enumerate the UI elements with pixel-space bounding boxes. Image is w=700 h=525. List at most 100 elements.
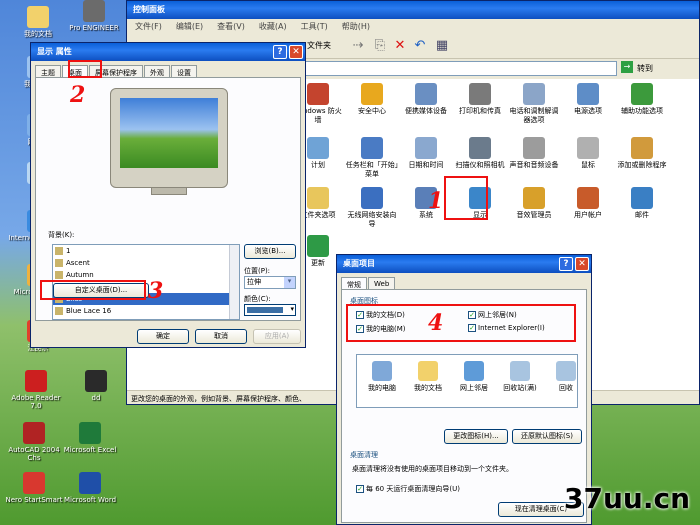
desktop-icon-label: dd <box>91 394 101 402</box>
views-icon[interactable]: ▦ <box>433 37 451 55</box>
close-icon[interactable]: ✕ <box>575 257 589 271</box>
control-panel-item-label: 鼠标 <box>581 161 595 169</box>
control-panel-item[interactable]: 打印机和传真 <box>453 83 507 116</box>
image-file-icon <box>55 259 63 267</box>
menu-item[interactable]: 编辑(E) <box>176 21 203 31</box>
menu-item[interactable]: 收藏(A) <box>259 21 287 31</box>
control-panel-item[interactable]: 电源选项 <box>561 83 615 116</box>
control-panel-item-icon <box>361 83 383 105</box>
background-name: 1 <box>66 247 71 255</box>
address-input[interactable] <box>287 61 617 76</box>
color-dropdown-icon[interactable]: ▾ <box>290 305 294 313</box>
desktop-icons-preview-list[interactable]: 我的电脑 我的文档 网上邻居 回收站(满) 回收 <box>356 354 578 408</box>
desktop-icon-label: 我的文档 <box>24 30 52 38</box>
control-panel-item-icon <box>307 235 329 257</box>
menu-item[interactable]: 查看(V) <box>217 21 245 31</box>
desktop-app-icon <box>83 0 105 22</box>
desktop-icon-preview[interactable]: 回收 <box>545 361 587 393</box>
color-picker[interactable]: ▾ <box>244 304 296 316</box>
control-panel-item[interactable]: 鼠标 <box>561 137 615 170</box>
control-panel-item-label: 声音和音频设备 <box>509 161 559 169</box>
control-panel-item[interactable]: 电话和调制解调器选项 <box>507 83 561 125</box>
control-panel-item[interactable]: 用户帐户 <box>561 187 615 220</box>
cancel-button[interactable]: 取消 <box>195 329 247 344</box>
move-to-icon[interactable]: ⇢ <box>349 37 367 55</box>
control-panel-item-label: 电源选项 <box>574 107 602 115</box>
control-panel-item-icon <box>361 187 383 209</box>
control-panel-item[interactable]: 日期和时间 <box>399 137 453 170</box>
desktop-icon-preview[interactable]: 网上邻居 <box>453 361 495 393</box>
checkbox-icon[interactable]: ✓ <box>356 485 364 493</box>
desktop-icon[interactable]: Microsoft Excel <box>60 422 120 454</box>
chevron-down-icon[interactable]: ▾ <box>284 277 295 288</box>
control-panel-item[interactable]: 任务栏和「开始」菜单 <box>345 137 399 179</box>
annotation-number-1: 1 <box>428 188 444 214</box>
desktop-icon[interactable]: Nero StartSmart <box>4 472 64 504</box>
control-panel-item[interactable]: 无线网络安装向导 <box>345 187 399 229</box>
display-dialog-title-text: 显示 属性 <box>37 47 72 56</box>
control-panel-item-label: 扫描仪和照相机 <box>455 161 505 169</box>
desktop-icon-preview-label: 回收站(满) <box>503 384 537 392</box>
browse-button[interactable]: 浏览(B)... <box>244 244 296 259</box>
control-panel-item-label: 无线网络安装向导 <box>347 211 397 228</box>
position-label: 位置(P): <box>244 267 271 275</box>
change-icon-button[interactable]: 更改图标(H)... <box>444 429 508 444</box>
control-panel-item-label: 打印机和传真 <box>459 107 501 115</box>
copy-to-icon[interactable]: ⎘ <box>371 37 389 55</box>
delete-icon[interactable]: ✕ <box>391 37 409 55</box>
control-panel-item[interactable]: 添加或删除程序 <box>615 137 669 170</box>
control-panel-item[interactable]: 便携媒体设备 <box>399 83 453 116</box>
desktop-icon-label: Pro ENGINEER <box>69 24 119 32</box>
background-name: Ascent <box>66 259 90 267</box>
desktop-icon-preview-image <box>464 361 484 381</box>
control-panel-item[interactable]: 辅助功能选项 <box>615 83 669 116</box>
desktop-icon[interactable]: AutoCAD 2004 Chs <box>4 422 64 462</box>
apply-button[interactable]: 应用(A) <box>253 329 301 344</box>
cleanup-description: 桌面清理将没有使用的桌面项目移动到一个文件夹。 <box>352 465 513 473</box>
undo-icon[interactable]: ↶ <box>411 37 429 55</box>
control-panel-item-label: 辅助功能选项 <box>621 107 663 115</box>
annotation-number-4: 4 <box>428 310 444 336</box>
go-arrow-icon[interactable]: → <box>621 61 633 73</box>
control-panel-item[interactable]: 扫描仪和照相机 <box>453 137 507 170</box>
control-panel-item[interactable]: 邮件 <box>615 187 669 220</box>
desktop-icon-preview[interactable]: 我的文档 <box>407 361 449 393</box>
preview-screen <box>120 98 218 168</box>
desktop-icon[interactable]: 我的文档 <box>8 6 68 38</box>
desktop-icon[interactable]: Adobe Reader 7.0 <box>6 370 66 410</box>
cleanup-checkbox[interactable]: ✓ 每 60 天运行桌面清理向导(U) <box>356 484 460 494</box>
control-panel-item-icon <box>523 137 545 159</box>
restore-default-button[interactable]: 还原默认图标(S) <box>512 429 582 444</box>
background-list-item[interactable]: 1 <box>53 245 239 257</box>
desktop-app-icon <box>27 6 49 28</box>
ok-button[interactable]: 确定 <box>137 329 189 344</box>
close-icon[interactable]: ✕ <box>289 45 303 59</box>
control-panel-item-label: 音效管理员 <box>516 211 552 219</box>
desktop-icon[interactable]: Microsoft Word <box>60 472 120 504</box>
menu-item[interactable]: 工具(T) <box>301 21 328 31</box>
desktop-icon[interactable]: Pro ENGINEER <box>64 0 124 32</box>
help-icon[interactable]: ? <box>559 257 573 271</box>
desktop-icon[interactable]: dd <box>66 370 126 402</box>
cleanup-group-label: 桌面清理 <box>350 451 378 459</box>
background-list-item[interactable]: Blue Lace 16 <box>53 305 239 317</box>
folders-button[interactable]: 文件夹 <box>307 40 331 51</box>
control-panel-item[interactable]: 声音和音频设备 <box>507 137 561 170</box>
cleanup-checkbox-label: 每 60 天运行桌面清理向导(U) <box>366 485 460 493</box>
desktop-icon-label: Nero StartSmart <box>5 496 63 504</box>
menu-item[interactable]: 帮助(H) <box>342 21 370 31</box>
position-select[interactable]: 拉伸 ▾ <box>244 276 296 289</box>
menu-item[interactable]: 文件(F) <box>135 21 162 31</box>
background-list-item[interactable]: Ascent <box>53 257 239 269</box>
control-panel-item[interactable]: 音效管理员 <box>507 187 561 220</box>
annotation-number-2: 2 <box>70 82 86 108</box>
control-panel-item[interactable]: 安全中心 <box>345 83 399 116</box>
background-list-scrollbar[interactable] <box>229 245 239 319</box>
desktop-app-icon <box>85 370 107 392</box>
desktop-icon-preview[interactable]: 我的电脑 <box>361 361 403 393</box>
background-label: 背景(K): <box>48 231 75 239</box>
go-button[interactable]: 转到 <box>637 63 653 74</box>
control-panel-item-label: 便携媒体设备 <box>405 107 447 115</box>
help-icon[interactable]: ? <box>273 45 287 59</box>
desktop-icon-preview[interactable]: 回收站(满) <box>499 361 541 393</box>
